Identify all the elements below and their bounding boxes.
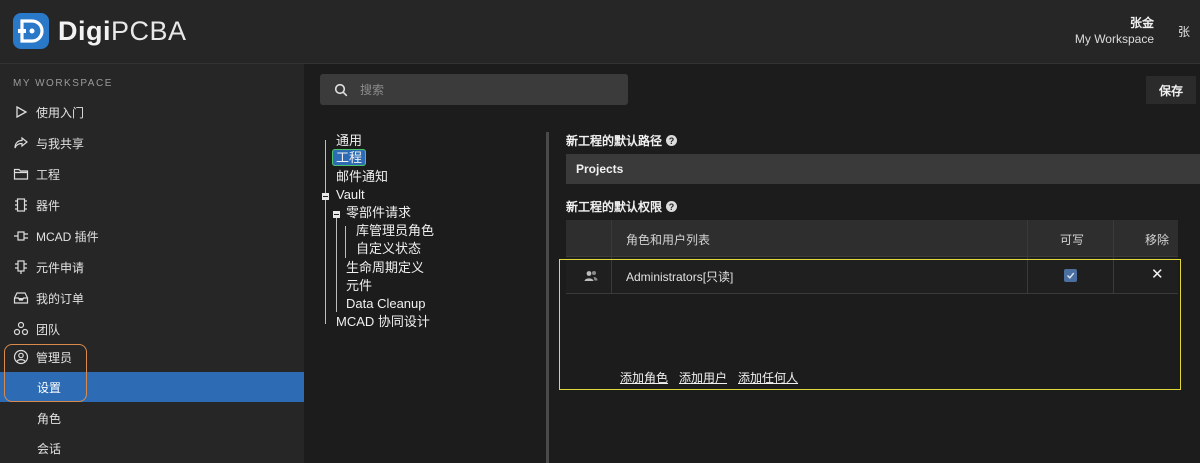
tree-item-data-cleanup[interactable]: Data Cleanup <box>346 296 426 312</box>
tree-guide-line <box>325 140 326 324</box>
brand-name-bold: Digi <box>58 15 111 46</box>
top-bar: DigiPCBA 张金 My Workspace 张 <box>0 0 1200 64</box>
tree-item-mail[interactable]: 邮件通知 <box>336 169 388 185</box>
sidebar-subitem-label: 角色 <box>37 411 62 426</box>
default-path-field[interactable]: Projects <box>566 154 1200 184</box>
workspace-name: My Workspace <box>1074 32 1154 46</box>
team-icon <box>12 320 30 338</box>
sidebar-item-label: 元件申请 <box>36 260 85 275</box>
sidebar-item-mcad-plugin[interactable]: MCAD 插件 <box>0 221 304 251</box>
mcad-plugin-icon <box>12 227 30 245</box>
tree-item-mcad[interactable]: MCAD 协同设计 <box>336 314 430 330</box>
permission-highlight-box <box>559 259 1181 390</box>
tree-guide-line <box>345 226 346 258</box>
tree-item-project[interactable]: 工程 <box>332 149 367 166</box>
avatar[interactable]: 张 <box>1178 23 1190 40</box>
sidebar-item-label: 我的订单 <box>36 291 85 306</box>
col-header-remove: 移除 <box>1145 233 1170 247</box>
tree-item-librarian-role[interactable]: 库管理员角色 <box>356 223 434 239</box>
sidebar-item-label: 团队 <box>36 322 61 337</box>
sidebar-item-component-request[interactable]: 元件申请 <box>0 252 304 282</box>
digipcba-logo-icon <box>13 13 49 49</box>
settings-tree: 通用 工程 邮件通知 Vault 零部件请求 库管理员角色 自定义状态 生命周期… <box>322 132 542 462</box>
collapse-vault-icon[interactable] <box>322 193 329 200</box>
default-permission-label-text: 新工程的默认权限 <box>566 200 663 214</box>
sidebar-item-my-orders[interactable]: 我的订单 <box>0 283 304 313</box>
panel-splitter[interactable] <box>546 132 549 463</box>
collapse-part-request-icon[interactable] <box>333 211 340 218</box>
sidebar-item-label: 器件 <box>36 198 61 213</box>
default-permission-label: 新工程的默认权限 ? <box>566 198 678 215</box>
col-header-writable: 可写 <box>1060 233 1085 247</box>
tree-item-general[interactable]: 通用 <box>336 133 362 149</box>
search-icon <box>334 83 348 97</box>
sidebar-item-label: 使用入门 <box>36 105 85 120</box>
default-path-label: 新工程的默认路径 ? <box>566 132 678 149</box>
help-icon[interactable]: ? <box>666 201 678 212</box>
main-content: 保存 通用 工程 邮件通知 Vault 零部件请求 库管理员角色 自定义状态 生… <box>304 64 1200 463</box>
sidebar-subitem-sessions[interactable]: 会话 <box>0 433 304 463</box>
tree-item-lifecycle[interactable]: 生命周期定义 <box>346 260 424 276</box>
app-logo[interactable]: DigiPCBA <box>12 12 187 50</box>
user-info[interactable]: 张金 My Workspace <box>1075 15 1154 47</box>
chip-icon <box>12 196 30 214</box>
folder-icon <box>12 165 30 183</box>
tree-item-part-request[interactable]: 零部件请求 <box>346 205 411 221</box>
sidebar-subitem-roles[interactable]: 角色 <box>0 403 304 433</box>
sidebar-section-title: MY WORKSPACE <box>13 78 113 89</box>
play-icon <box>12 103 30 121</box>
sidebar-item-shared[interactable]: 与我共享 <box>0 128 304 158</box>
admin-highlight-box <box>4 344 87 402</box>
user-name: 张金 <box>1129 16 1154 30</box>
table-divider <box>566 256 1178 257</box>
inbox-icon <box>12 289 30 307</box>
brand-name-light: PCBA <box>111 15 187 46</box>
tree-item-component[interactable]: 元件 <box>346 278 372 294</box>
sidebar-item-getting-started[interactable]: 使用入门 <box>0 97 304 127</box>
component-request-icon <box>12 258 30 276</box>
help-icon[interactable]: ? <box>666 135 678 146</box>
tree-item-custom-status[interactable]: 自定义状态 <box>356 241 421 257</box>
search-input[interactable] <box>360 82 600 97</box>
default-path-label-text: 新工程的默认路径 <box>566 134 663 148</box>
share-icon <box>12 134 30 152</box>
tree-guide-line <box>336 216 337 312</box>
tree-item-project-label: 工程 <box>332 149 367 166</box>
sidebar-item-parts[interactable]: 器件 <box>0 190 304 220</box>
save-button[interactable]: 保存 <box>1146 76 1196 104</box>
brand-name: DigiPCBA <box>58 16 187 47</box>
search-bar[interactable] <box>320 74 628 105</box>
sidebar-item-projects[interactable]: 工程 <box>0 159 304 189</box>
tree-item-vault[interactable]: Vault <box>336 187 365 203</box>
sidebar-subitem-label: 会话 <box>37 441 62 456</box>
sidebar-item-label: 与我共享 <box>36 136 85 151</box>
sidebar: MY WORKSPACE 使用入门 与我共享 工程 器件 MCAD 插件 元件申… <box>0 64 304 463</box>
sidebar-item-label: MCAD 插件 <box>36 229 99 244</box>
sidebar-item-label: 工程 <box>36 167 61 182</box>
sidebar-item-team[interactable]: 团队 <box>0 314 304 344</box>
col-header-roles: 角色和用户列表 <box>626 233 711 247</box>
